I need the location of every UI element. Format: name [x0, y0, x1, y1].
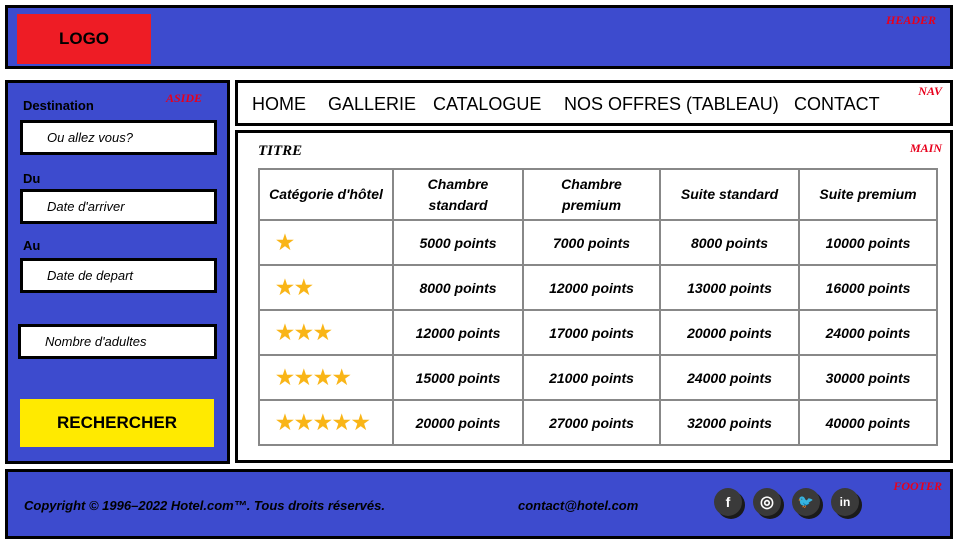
header: LOGO HEADER	[5, 5, 953, 69]
table-cell: 8000 points	[661, 221, 798, 264]
table-cell: 40000 points	[800, 401, 936, 444]
table-cell: 24000 points	[661, 356, 798, 399]
offers-table: Catégorie d'hôtel Chambre standard Chamb…	[258, 168, 938, 446]
table-row: ★★★★★ 20000 points 27000 points 32000 po…	[260, 401, 936, 444]
main-tag: MAIN	[909, 141, 942, 155]
table-cell: 24000 points	[800, 311, 936, 354]
star-rating-icon: ★★★★	[260, 356, 392, 399]
table-row: ★ 5000 points 7000 points 8000 points 10…	[260, 221, 936, 264]
search-button[interactable]: RECHERCHER	[20, 399, 214, 447]
table-cell: 13000 points	[661, 266, 798, 309]
twitter-icon[interactable]: 🐦	[792, 488, 820, 516]
star-rating-icon: ★★★★★	[260, 401, 392, 444]
table-cell: 20000 points	[394, 401, 522, 444]
nav-link-catalogue[interactable]: CATALOGUE	[433, 94, 541, 115]
table-cell: 5000 points	[394, 221, 522, 264]
header-tag: HEADER	[885, 13, 936, 27]
table-cell: 15000 points	[394, 356, 522, 399]
table-cell: 7000 points	[524, 221, 659, 264]
adults-input[interactable]: Nombre d'adultes	[18, 324, 217, 359]
facebook-icon[interactable]: f	[714, 488, 742, 516]
aside-tag: ASIDE	[166, 91, 203, 105]
star-rating-icon: ★★★	[260, 311, 392, 354]
star-rating-icon: ★	[260, 221, 392, 264]
nav-link-offres[interactable]: NOS OFFRES (TABLEAU)	[564, 94, 779, 115]
table-cell: 8000 points	[394, 266, 522, 309]
table-cell: 32000 points	[661, 401, 798, 444]
table-header-row: Catégorie d'hôtel Chambre standard Chamb…	[260, 170, 936, 219]
main-content: MAIN TITRE Catégorie d'hôtel Chambre sta…	[235, 130, 953, 463]
from-label: Du	[23, 171, 41, 186]
footer-tag: FOOTER	[893, 479, 942, 493]
table-row: ★★★ 12000 points 17000 points 20000 poin…	[260, 311, 936, 354]
table-cell: 10000 points	[800, 221, 936, 264]
footer: FOOTER Copyright © 1996–2022 Hotel.com™.…	[5, 469, 953, 539]
contact-email-link[interactable]: contact@hotel.com	[518, 498, 638, 513]
table-cell: 16000 points	[800, 266, 936, 309]
nav-link-gallerie[interactable]: GALLERIE	[328, 94, 416, 115]
column-header: Suite standard	[661, 170, 798, 219]
nav-tag: NAV	[918, 84, 942, 98]
nav-link-home[interactable]: HOME	[252, 94, 306, 115]
table-cell: 12000 points	[394, 311, 522, 354]
column-header: Chambre standard	[394, 170, 522, 219]
column-header: Catégorie d'hôtel	[260, 170, 392, 219]
table-cell: 12000 points	[524, 266, 659, 309]
page-title: TITRE	[258, 143, 303, 159]
nav-link-contact[interactable]: CONTACT	[794, 94, 880, 115]
search-sidebar: ASIDE Destination Ou allez vous? Du Date…	[5, 80, 230, 464]
table-row: ★★★★ 15000 points 21000 points 24000 poi…	[260, 356, 936, 399]
copyright-text: Copyright © 1996–2022 Hotel.com™. Tous d…	[24, 498, 385, 513]
destination-input[interactable]: Ou allez vous?	[20, 120, 217, 155]
table-cell: 20000 points	[661, 311, 798, 354]
arrival-date-input[interactable]: Date d'arriver	[20, 189, 217, 224]
table-cell: 27000 points	[524, 401, 659, 444]
table-cell: 21000 points	[524, 356, 659, 399]
table-row: ★★ 8000 points 12000 points 13000 points…	[260, 266, 936, 309]
main-nav: NAV HOME GALLERIE CATALOGUE NOS OFFRES (…	[235, 80, 953, 126]
table-cell: 30000 points	[800, 356, 936, 399]
instagram-icon[interactable]: ◎	[753, 488, 781, 516]
column-header: Suite premium	[800, 170, 936, 219]
column-header: Chambre premium	[524, 170, 659, 219]
destination-label: Destination	[23, 98, 94, 113]
to-label: Au	[23, 238, 41, 253]
table-cell: 17000 points	[524, 311, 659, 354]
departure-date-input[interactable]: Date de depart	[20, 258, 217, 293]
logo[interactable]: LOGO	[17, 14, 151, 64]
star-rating-icon: ★★	[260, 266, 392, 309]
linkedin-icon[interactable]: in	[831, 488, 859, 516]
